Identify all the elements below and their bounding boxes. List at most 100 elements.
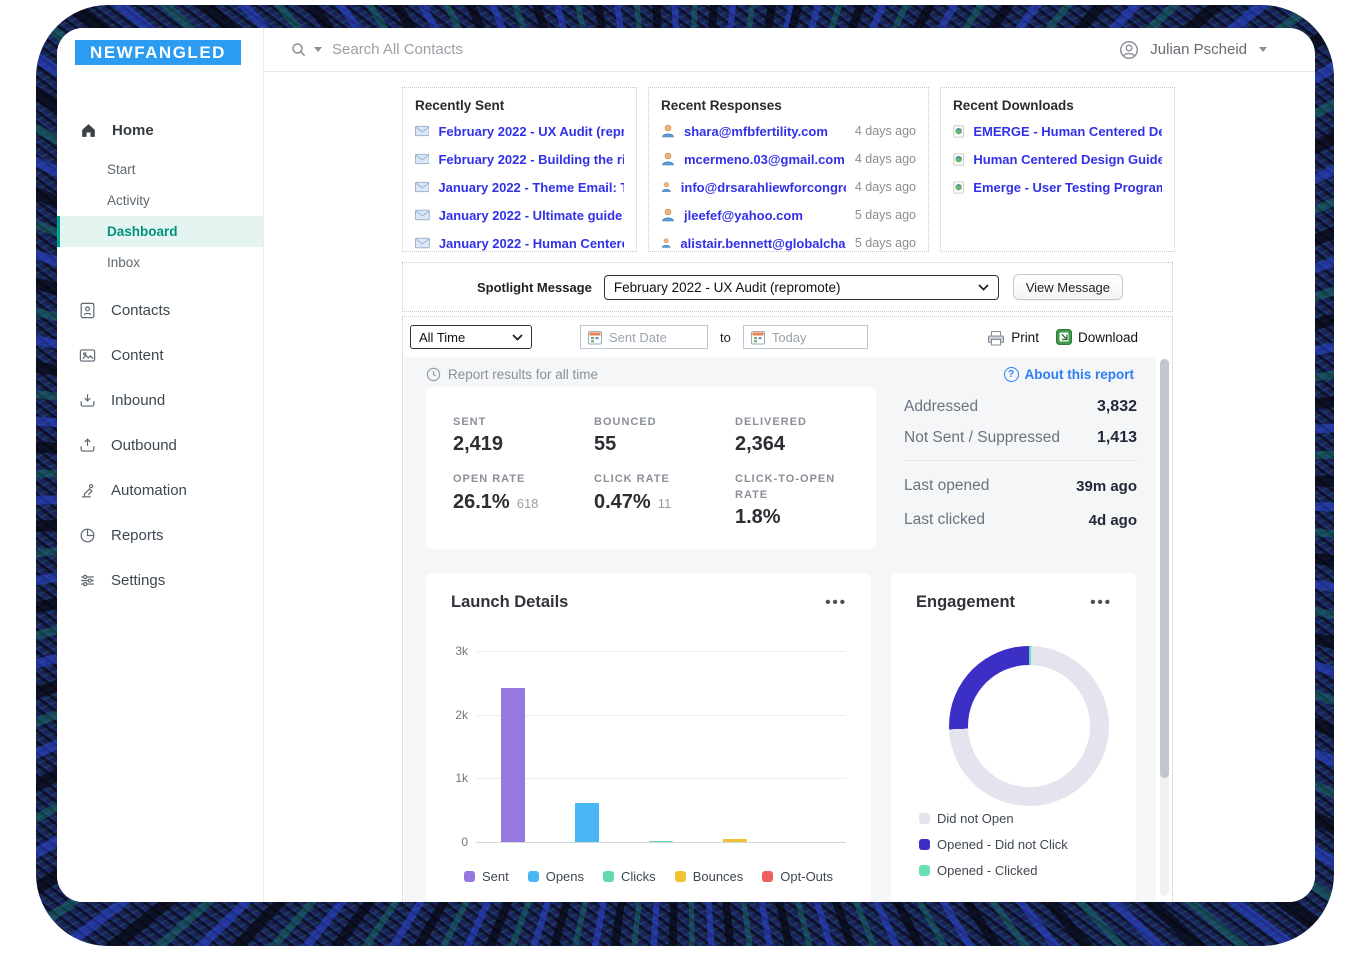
activity-label: Last clicked (904, 511, 985, 529)
search-icon[interactable] (290, 41, 308, 59)
legend-label: Clicks (621, 869, 656, 884)
envelope-icon (415, 237, 430, 249)
sent-message-link[interactable]: January 2022 - Ultimate guide to ... (439, 208, 624, 223)
list-item: info@drsarahliewforcongress.com 4 days a… (661, 173, 916, 201)
summary-addressed: Addressed 3,832 (904, 391, 1137, 422)
donut-hole (968, 665, 1090, 787)
stat-value: 2,419 (453, 433, 503, 456)
search-group[interactable] (290, 41, 322, 59)
sent-message-link[interactable]: January 2022 - Theme Email: Topi... (438, 180, 624, 195)
report-scrollbar (1160, 359, 1169, 896)
sent-message-link[interactable]: January 2022 - Human Centered ... (439, 236, 624, 251)
response-email-link[interactable]: shara@mfbfertility.com (684, 124, 828, 139)
recent-downloads-panel: Recent Downloads EMERGE - Human Centered… (940, 87, 1175, 252)
recent-responses-title: Recent Responses (661, 98, 916, 113)
recent-downloads-title: Recent Downloads (953, 98, 1162, 113)
scrollbar-thumb[interactable] (1160, 359, 1169, 778)
gridline (476, 651, 846, 652)
envelope-icon (415, 153, 429, 165)
stat-click-to-open-rate: CLICK-TO-OPEN RATE 1.8% (735, 472, 876, 529)
list-item: January 2022 - Theme Email: Topi... (415, 173, 624, 201)
legend-label: Opened - Did not Click (937, 837, 1068, 852)
stat-sub: 618 (517, 496, 539, 511)
to-label: to (720, 330, 731, 345)
newfangled-logo: NEWFANGLED (75, 40, 241, 65)
sidebar-item-reports[interactable]: Reports (57, 513, 263, 558)
stat-value: 2,364 (735, 433, 785, 456)
bar-sent (501, 688, 525, 842)
document-globe-icon (953, 152, 964, 167)
envelope-icon (415, 125, 429, 137)
download-link[interactable]: Human Centered Design Guide and C (973, 152, 1162, 167)
contacts-icon (78, 301, 97, 320)
legend-item: Opt-Outs (762, 869, 833, 884)
list-item: alistair.bennett@globalchangeand... 5 da… (661, 229, 916, 257)
question-icon: ? (1004, 367, 1019, 382)
gridline (476, 715, 846, 716)
sidebar-reports-label: Reports (111, 527, 164, 544)
topbar: Julian Pscheid (264, 28, 1315, 72)
engagement-title: Engagement (916, 593, 1015, 612)
stat-label: DELIVERED (735, 415, 855, 430)
sidebar-item-settings[interactable]: Settings (57, 558, 263, 603)
sidebar-item-dashboard[interactable]: Dashboard (57, 216, 263, 247)
sent-date-field[interactable] (580, 325, 708, 349)
sidebar-item-inbound[interactable]: Inbound (57, 378, 263, 423)
summary-label: Addressed (904, 398, 978, 416)
response-email-link[interactable]: info@drsarahliewforcongress.com (681, 180, 846, 195)
summary-block: Addressed 3,832 Not Sent / Suppressed 1,… (904, 391, 1137, 537)
end-date-input[interactable] (772, 330, 857, 345)
sidebar-item-contacts[interactable]: Contacts (57, 288, 263, 333)
calendar-icon[interactable] (751, 330, 765, 345)
sent-date-input[interactable] (609, 330, 694, 345)
launch-bar-plot: 3k2k1k0 (476, 651, 846, 842)
inbound-icon (78, 391, 97, 410)
divider (904, 460, 1137, 461)
list-item: February 2022 - UX Audit (reprom... (415, 117, 624, 145)
response-email-link[interactable]: mcermeno.03@gmail.com (684, 152, 845, 167)
legend-item: Sent (464, 869, 509, 884)
sidebar-item-content[interactable]: Content (57, 333, 263, 378)
about-this-report-link[interactable]: ? About this report (1004, 367, 1135, 382)
sent-message-link[interactable]: February 2022 - Building the right... (438, 152, 624, 167)
sidebar-item-outbound[interactable]: Outbound (57, 423, 263, 468)
print-button[interactable]: Print (987, 329, 1039, 346)
y-axis-tick: 0 (438, 835, 468, 849)
stat-value: 26.1% (453, 491, 510, 514)
chevron-down-icon (978, 284, 989, 291)
spotlight-message-select[interactable]: February 2022 - UX Audit (repromote) (604, 275, 999, 300)
about-link-label: About this report (1025, 367, 1135, 382)
download-link[interactable]: Emerge - User Testing Programs 2022 (973, 180, 1162, 195)
sidebar-item-home[interactable]: Home (57, 113, 263, 148)
end-date-field[interactable] (743, 325, 868, 349)
search-input[interactable] (332, 41, 652, 58)
launch-menu-button[interactable]: ••• (825, 599, 847, 607)
download-link[interactable]: EMERGE - Human Centered Design G (973, 124, 1162, 139)
person-icon (661, 208, 675, 222)
response-time: 4 days ago (855, 124, 916, 138)
sidebar-item-start[interactable]: Start (57, 154, 263, 185)
sent-message-link[interactable]: February 2022 - UX Audit (reprom... (438, 124, 624, 139)
summary-label: Not Sent / Suppressed (904, 429, 1060, 447)
date-range-select[interactable]: All Time (410, 325, 532, 349)
response-email-link[interactable]: jleefef@yahoo.com (684, 208, 803, 223)
sidebar-item-activity[interactable]: Activity (57, 185, 263, 216)
calendar-icon[interactable] (588, 330, 602, 345)
download-button[interactable]: Download (1056, 329, 1138, 345)
sidebar: NEWFANGLED Home Start Activity Dashboard… (57, 28, 264, 902)
launch-details-title: Launch Details (451, 593, 568, 612)
y-axis-tick: 2k (438, 708, 468, 722)
stat-delivered: DELIVERED 2,364 (735, 415, 876, 456)
sidebar-contacts-label: Contacts (111, 302, 170, 319)
list-item: jleefef@yahoo.com 5 days ago (661, 201, 916, 229)
legend-swatch (528, 871, 539, 882)
search-scope-caret-icon[interactable] (314, 47, 322, 52)
sidebar-item-automation[interactable]: Automation (57, 468, 263, 513)
user-menu[interactable]: Julian Pscheid (1118, 39, 1267, 61)
summary-not-sent: Not Sent / Suppressed 1,413 (904, 422, 1137, 453)
sidebar-item-inbox[interactable]: Inbox (57, 247, 263, 278)
engagement-menu-button[interactable]: ••• (1090, 599, 1112, 607)
sidebar-inbound-label: Inbound (111, 392, 165, 409)
view-message-button[interactable]: View Message (1013, 274, 1123, 300)
response-email-link[interactable]: alistair.bennett@globalchangeand... (680, 236, 845, 251)
